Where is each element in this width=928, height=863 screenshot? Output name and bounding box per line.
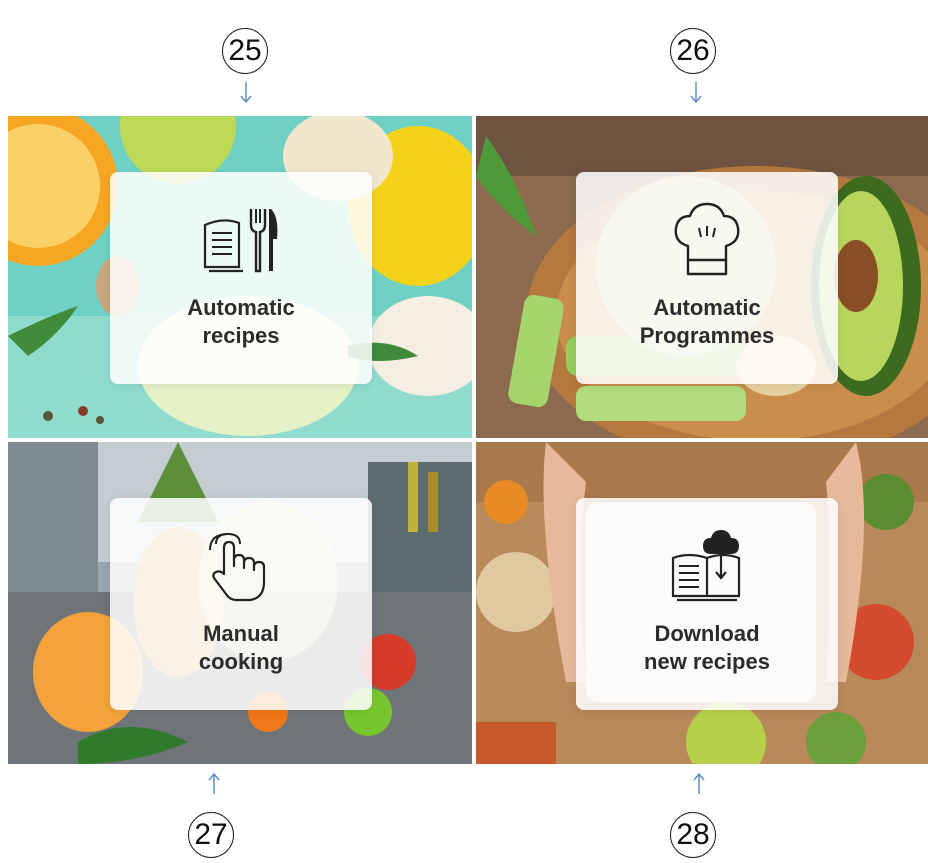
tile-automatic-programmes[interactable]: Automatic Programmes	[476, 116, 928, 438]
callout-number-top-left: 25	[222, 28, 268, 74]
card-label: Automatic recipes	[187, 295, 295, 348]
tile-manual-cooking[interactable]: Manual cooking	[8, 442, 472, 764]
card-label: Manual cooking	[198, 621, 284, 674]
chef-hat-icon	[667, 200, 747, 280]
recipe-book-cutlery-icon	[201, 200, 281, 280]
tile-automatic-recipes[interactable]: Automatic recipes	[8, 116, 472, 438]
tile-download-recipes[interactable]: Download new recipes	[476, 442, 928, 764]
card-automatic-recipes[interactable]: Automatic recipes	[110, 172, 372, 384]
callout-number-top-right: 26	[670, 28, 716, 74]
arrow-down-icon	[690, 82, 702, 104]
card-label: Download new recipes	[644, 621, 770, 674]
cloud-download-book-icon	[667, 526, 747, 606]
card-label: Automatic Programmes	[639, 295, 775, 348]
arrow-up-icon	[693, 772, 705, 794]
touch-hand-icon	[201, 526, 281, 606]
card-download-recipes[interactable]: Download new recipes	[576, 498, 838, 710]
card-manual-cooking[interactable]: Manual cooking	[110, 498, 372, 710]
card-automatic-programmes[interactable]: Automatic Programmes	[576, 172, 838, 384]
callout-number-bottom-left: 27	[188, 812, 234, 858]
arrow-down-icon	[240, 82, 252, 104]
arrow-up-icon	[208, 772, 220, 794]
callout-number-bottom-right: 28	[670, 812, 716, 858]
